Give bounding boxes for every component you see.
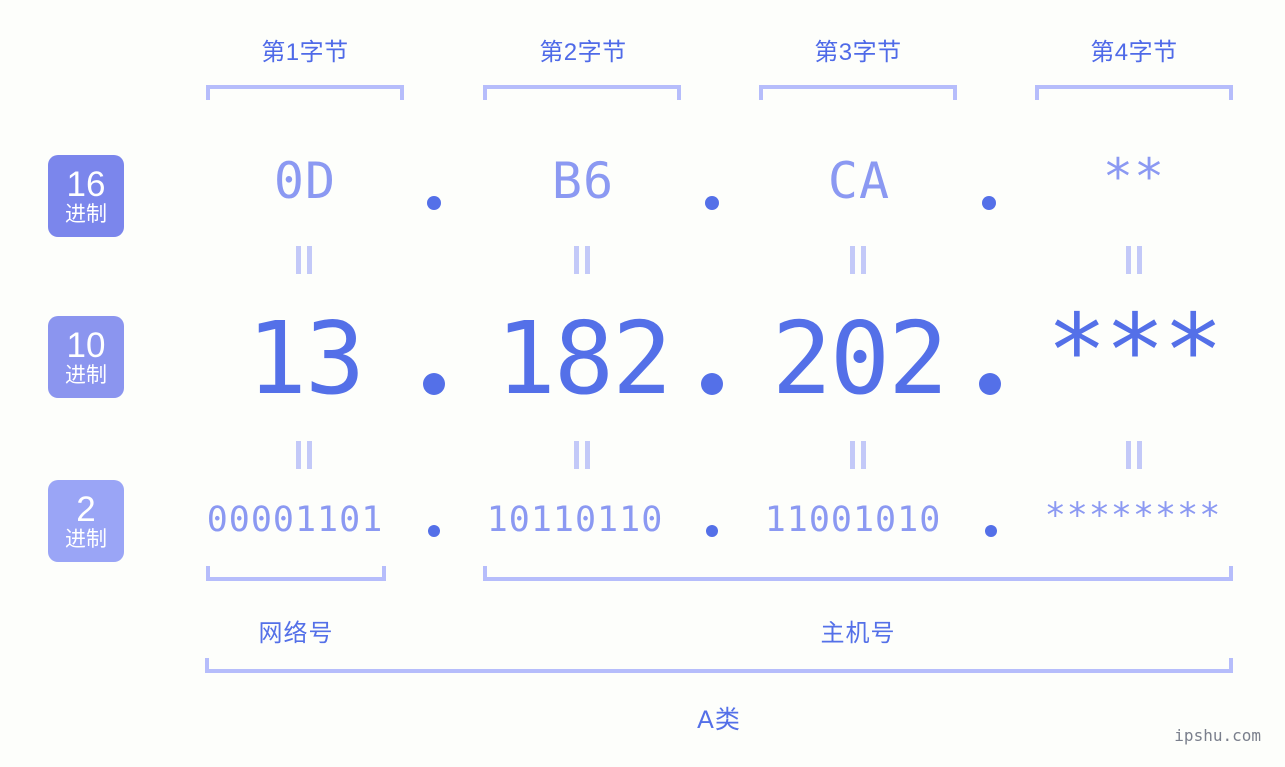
binary-separator-dot-1 (428, 525, 440, 537)
ip-class-label-text: A类 (697, 706, 741, 734)
byte-bracket-1 (206, 85, 404, 100)
binary-value-byte-1: 00001101 (195, 500, 395, 540)
binary-value-byte-3-text: 11001010 (764, 500, 942, 540)
hex-value-byte-2: B6 (483, 152, 683, 210)
decimal-value-byte-2: 182 (483, 300, 683, 417)
hex-value-byte-4-text: ** (1102, 148, 1166, 206)
byte-header-1: 第1字节 (205, 36, 405, 70)
base-badge-decimal: 10 进制 (48, 316, 124, 398)
equals-icon-hex-dec-3 (849, 246, 867, 274)
byte-bracket-2 (483, 85, 681, 100)
decimal-value-byte-3-text: 202 (771, 300, 949, 417)
decimal-separator-dot-3 (979, 373, 1001, 395)
site-watermark-text: ipshu.com (1174, 726, 1261, 745)
hex-value-byte-3: CA (759, 152, 959, 210)
hex-separator-dot-1 (427, 196, 441, 210)
binary-value-byte-4: ******** (1034, 496, 1232, 536)
ip-class-bracket (205, 658, 1233, 673)
host-portion-label-text: 主机号 (820, 620, 896, 647)
binary-value-byte-3: 11001010 (753, 500, 953, 540)
hex-value-byte-1: 0D (205, 152, 405, 210)
byte-header-4-label: 第4字节 (1090, 39, 1178, 66)
base-badge-binary-number: 2 (76, 490, 96, 529)
network-portion-label: 网络号 (196, 613, 396, 648)
byte-header-2-label: 第2字节 (539, 39, 627, 66)
hex-value-byte-3-text: CA (827, 152, 891, 210)
equals-icon-hex-dec-4 (1125, 246, 1143, 274)
binary-value-byte-2: 10110110 (475, 500, 675, 540)
decimal-value-byte-1: 13 (205, 300, 405, 417)
decimal-separator-dot-1 (423, 373, 445, 395)
hex-separator-dot-3 (982, 196, 996, 210)
byte-header-4: 第4字节 (1035, 36, 1233, 70)
base-badge-decimal-unit: 进制 (65, 364, 107, 387)
equals-icon-hex-dec-1 (295, 246, 313, 274)
equals-icon-dec-bin-4 (1125, 441, 1143, 469)
equals-icon-hex-dec-2 (573, 246, 591, 274)
host-portion-label: 主机号 (758, 613, 958, 648)
decimal-value-byte-4: *** (1035, 292, 1233, 409)
byte-bracket-3 (759, 85, 957, 100)
decimal-value-byte-3: 202 (759, 300, 959, 417)
byte-header-2: 第2字节 (483, 36, 683, 70)
byte-header-3: 第3字节 (758, 36, 958, 70)
host-portion-bracket (483, 566, 1233, 581)
ip-class-label: A类 (619, 700, 819, 736)
byte-header-1-label: 第1字节 (261, 39, 349, 66)
base-badge-binary: 2 进制 (48, 480, 124, 562)
base-badge-binary-unit: 进制 (65, 528, 107, 551)
base-badge-hex-unit: 进制 (65, 203, 107, 226)
binary-value-byte-2-text: 10110110 (486, 500, 664, 540)
network-portion-bracket (206, 566, 386, 581)
hex-value-byte-1-text: 0D (273, 152, 337, 210)
site-watermark: ipshu.com (1174, 726, 1261, 745)
base-badge-hex: 16 进制 (48, 155, 124, 237)
binary-separator-dot-3 (985, 525, 997, 537)
decimal-separator-dot-2 (701, 373, 723, 395)
base-badge-decimal-number: 10 (66, 326, 106, 365)
decimal-value-byte-1-text: 13 (246, 300, 365, 417)
byte-header-3-label: 第3字节 (814, 39, 902, 66)
base-badge-hex-number: 16 (66, 165, 106, 204)
hex-value-byte-2-text: B6 (551, 152, 615, 210)
equals-icon-dec-bin-2 (573, 441, 591, 469)
binary-separator-dot-2 (706, 525, 718, 537)
equals-icon-dec-bin-3 (849, 441, 867, 469)
ip-breakdown-diagram: 第1字节 第2字节 第3字节 第4字节 16 进制 10 进制 2 进制 0D … (0, 0, 1285, 767)
decimal-value-byte-2-text: 182 (495, 300, 673, 417)
hex-separator-dot-2 (705, 196, 719, 210)
equals-icon-dec-bin-1 (295, 441, 313, 469)
network-portion-label-text: 网络号 (258, 620, 334, 647)
decimal-value-byte-4-text: *** (1046, 292, 1224, 409)
hex-value-byte-4: ** (1035, 148, 1233, 206)
binary-value-byte-1-text: 00001101 (206, 500, 384, 540)
byte-bracket-4 (1035, 85, 1233, 100)
binary-value-byte-4-text: ******** (1044, 496, 1222, 536)
